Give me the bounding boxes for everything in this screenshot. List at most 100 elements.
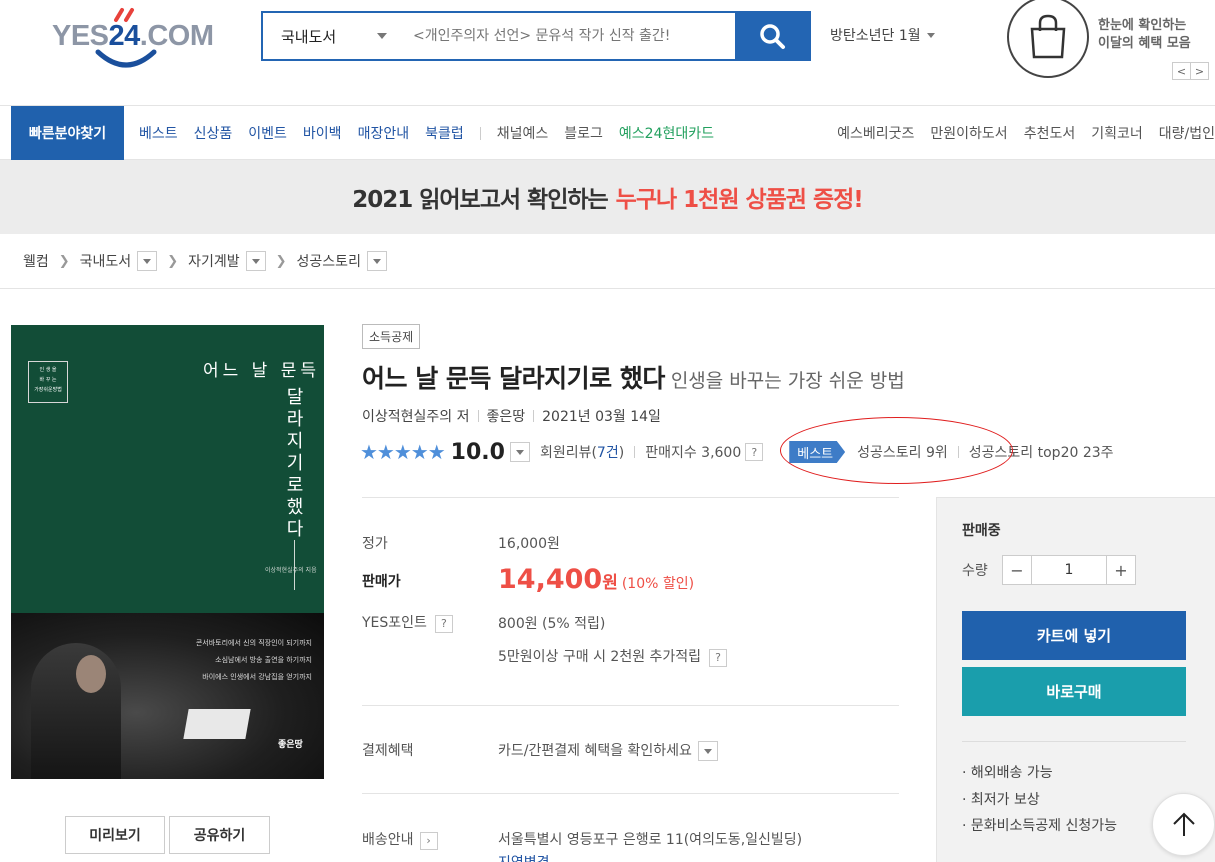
- rating-divider: [634, 446, 636, 458]
- change-region-link[interactable]: 지역변경: [498, 852, 550, 862]
- nav-goods[interactable]: 예스베리굿즈: [837, 123, 914, 143]
- list-price-label: 정가: [362, 536, 388, 552]
- help-icon[interactable]: ?: [434, 614, 453, 633]
- cover-author: 이상적현실주의 지음: [265, 567, 317, 574]
- payment-benefit-dropdown[interactable]: [697, 741, 718, 761]
- breadcrumb-self-dev[interactable]: 자기계발: [188, 251, 240, 271]
- quantity-input[interactable]: [1032, 555, 1106, 585]
- chevron-down-icon: [703, 748, 712, 754]
- nav-event[interactable]: 이벤트: [248, 123, 287, 143]
- chevron-down-icon: [143, 258, 152, 264]
- banner-text: 2021 읽어보고서 확인하는: [352, 187, 608, 213]
- add-to-cart-button[interactable]: 카트에 넣기: [962, 611, 1186, 660]
- breadcrumb-self-dev-dropdown[interactable]: [245, 251, 266, 271]
- promo-banner[interactable]: 2021 읽어보고서 확인하는 누구나 1천원 상품권 증정!: [0, 160, 1215, 234]
- sale-price: 14,400원 (10% 할인): [498, 564, 694, 595]
- benefit-line-2: 이달의 혜택 모음: [1098, 36, 1191, 51]
- rating-row: ★★★★★ 10.0 회원리뷰(7건) 판매지수 3,600 ? 베스트 성공스…: [360, 437, 1114, 467]
- review-link[interactable]: 회원리뷰(7건): [540, 442, 624, 462]
- global-nav: 빠른분야찾기 베스트 신상품 이벤트 바이백 매장안내 북클럽 채널예스 블로그…: [0, 105, 1215, 160]
- sale-price-unit: 원: [602, 573, 618, 593]
- plus-button[interactable]: +: [1106, 555, 1136, 585]
- breadcrumb-success[interactable]: 성공스토리: [297, 251, 361, 271]
- benefit-item: 해외배송 가능: [970, 765, 1053, 781]
- yes-point-label-text: YES포인트: [362, 615, 427, 631]
- next-arrow-icon[interactable]: >: [1190, 62, 1209, 80]
- book-cover[interactable]: 인 생 을 바 꾸 는 가장쉬운방법 어느 날 문득 달 라 지 기 로 했 다…: [11, 325, 324, 779]
- chevron-down-icon: [926, 32, 935, 38]
- sales-index: 판매지수 3,600: [645, 445, 742, 461]
- bestseller-rank[interactable]: 성공스토리 9위: [857, 442, 948, 462]
- gnb-right-menu: 예스베리굿즈 만원이하도서 추천도서 기획코너 대량/법인: [821, 106, 1215, 160]
- nav-under-10000[interactable]: 만원이하도서: [930, 123, 1007, 143]
- yes-point-value: 800원 (5% 적립): [498, 616, 606, 632]
- nav-blog[interactable]: 블로그: [564, 123, 603, 143]
- nav-store[interactable]: 매장안내: [358, 123, 410, 143]
- extra-point: 5만원이상 구매 시 2천원 추가적립?: [498, 646, 728, 667]
- nav-best[interactable]: 베스트: [139, 123, 178, 143]
- sale-price-number: 14,400: [498, 564, 603, 595]
- cover-piano-image: [183, 709, 251, 739]
- rating-dropdown[interactable]: [509, 442, 530, 462]
- minus-button[interactable]: −: [1002, 555, 1032, 585]
- nav-recommended[interactable]: 추천도서: [1024, 123, 1076, 143]
- scroll-top-button[interactable]: [1152, 793, 1215, 856]
- review-count: 7건: [596, 445, 619, 461]
- cover-char: 로: [286, 475, 304, 496]
- logo-text: YES24.COM: [52, 20, 214, 52]
- search-box: 국내도서: [261, 11, 811, 61]
- chevron-down-icon: [377, 33, 387, 39]
- help-icon[interactable]: ?: [709, 648, 728, 667]
- monthly-benefit[interactable]: 한눈에 확인하는 이달의 혜택 모음 < >: [1005, 0, 1215, 80]
- nav-buyback[interactable]: 바이백: [303, 123, 342, 143]
- sales-index-help-icon[interactable]: ?: [745, 443, 764, 461]
- publisher-link[interactable]: 좋은땅: [487, 406, 526, 426]
- breadcrumb-home[interactable]: 웰컴: [23, 251, 49, 271]
- breadcrumb-success-dropdown[interactable]: [366, 251, 387, 271]
- nav-bulk-order[interactable]: 대량/법인: [1159, 123, 1215, 143]
- arrow-up-icon: [1172, 812, 1195, 836]
- benefit-item: 최저가 보상: [970, 791, 1040, 808]
- tax-deduction-tag: 소득공제: [362, 324, 421, 349]
- chevron-right-icon: ❯: [167, 253, 179, 269]
- prev-arrow-icon[interactable]: <: [1172, 62, 1191, 80]
- breadcrumb-domestic[interactable]: 국내도서: [80, 251, 132, 271]
- gnb-left-menu: 베스트 신상품 이벤트 바이백 매장안내 북클럽 채널예스 블로그 예스24현대…: [139, 106, 730, 160]
- nav-channel-yes[interactable]: 채널예스: [497, 123, 549, 143]
- list-item: · 최저가 보상: [962, 791, 1040, 808]
- cover-buttons: 미리보기 공유하기: [65, 816, 274, 854]
- quick-category-button[interactable]: 빠른분야찾기: [11, 106, 124, 160]
- chevron-right-icon[interactable]: ›: [419, 831, 438, 850]
- banner-highlight: 누구나 1천원 상품권 증정!: [615, 187, 864, 213]
- payment-benefit[interactable]: 카드/간편결제 혜택을 확인하세요: [498, 740, 728, 761]
- share-button[interactable]: 공유하기: [169, 816, 270, 854]
- search-category-select[interactable]: 국내도서: [263, 13, 401, 59]
- breadcrumb: 웰컴 ❯ 국내도서 ❯ 자기계발 ❯ 성공스토리: [0, 234, 1215, 289]
- nav-special-corner[interactable]: 기획코너: [1091, 123, 1143, 143]
- shipping-label-text: 배송안내: [362, 832, 414, 848]
- chevron-right-icon: ❯: [275, 253, 287, 269]
- section-divider: [362, 793, 899, 794]
- search-button[interactable]: [735, 13, 809, 59]
- benefit-line-1: 한눈에 확인하는: [1098, 18, 1187, 33]
- breadcrumb-domestic-dropdown[interactable]: [137, 251, 158, 271]
- nav-bookclub[interactable]: 북클럽: [425, 123, 464, 143]
- quantity-label: 수량: [962, 563, 988, 579]
- hot-keyword-dropdown[interactable]: 방탄소년단 1월: [830, 25, 935, 45]
- yes24-logo[interactable]: YES24.COM: [52, 6, 224, 72]
- sale-status: 판매중: [962, 523, 1001, 539]
- author-link[interactable]: 이상적현실주의 저: [362, 406, 470, 426]
- payment-benefit-text: 카드/간편결제 혜택을 확인하세요: [498, 743, 692, 759]
- cover-char: 기: [286, 453, 304, 474]
- nav-new[interactable]: 신상품: [194, 123, 233, 143]
- meta-divider: [477, 410, 479, 422]
- side-divider: [962, 741, 1186, 742]
- cover-char: 지: [286, 431, 304, 452]
- nav-hyundai-card[interactable]: 예스24현대카드: [619, 123, 714, 143]
- search-input[interactable]: [401, 13, 737, 59]
- preview-button[interactable]: 미리보기: [65, 816, 165, 854]
- chevron-right-icon: ❯: [58, 253, 70, 269]
- benefit-text: 한눈에 확인하는 이달의 혜택 모음: [1098, 17, 1191, 53]
- buy-now-button[interactable]: 바로구매: [962, 667, 1186, 716]
- sale-price-label: 판매가: [362, 574, 401, 590]
